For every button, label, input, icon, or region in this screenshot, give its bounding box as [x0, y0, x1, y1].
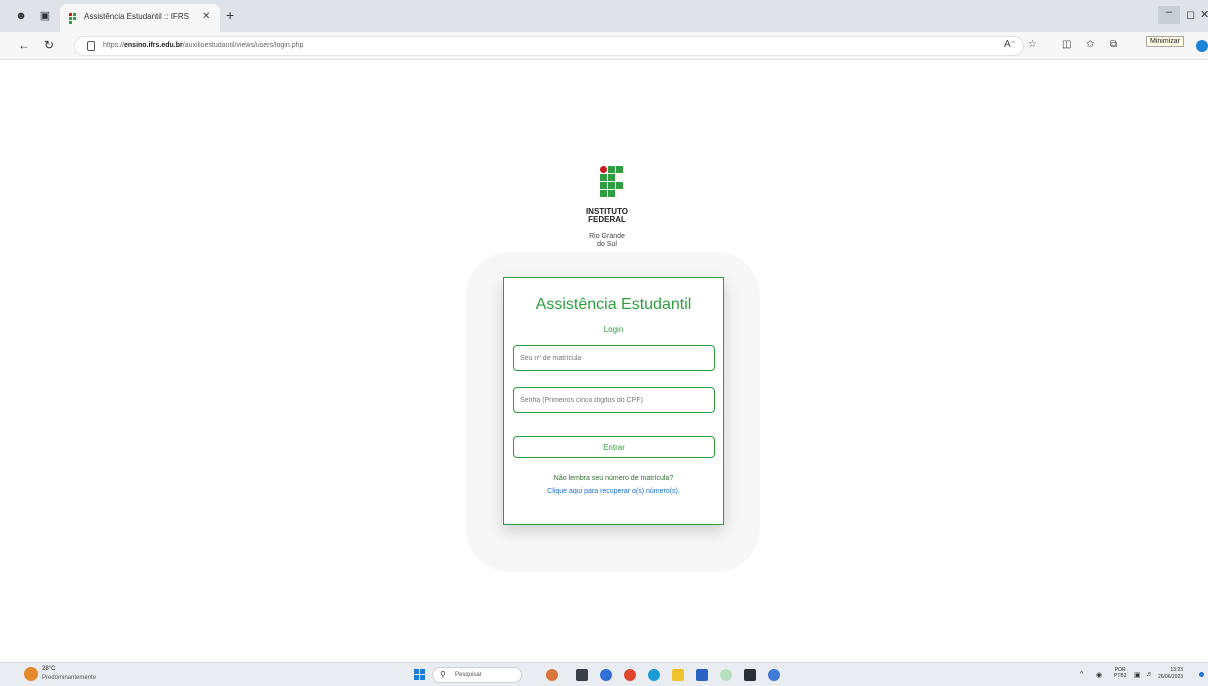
profile-icon[interactable]: ☻ [14, 9, 28, 23]
favorite-star-icon[interactable]: ☆ [1028, 39, 1037, 50]
read-aloud-icon[interactable]: A⁻ [1004, 39, 1016, 50]
login-button[interactable]: Entrar [513, 436, 715, 458]
widgets-icon[interactable] [546, 669, 558, 681]
ifrs-logo: INSTITUTO FEDERAL Rio Grande do Sul [582, 166, 632, 262]
firefox-icon[interactable] [624, 669, 636, 681]
taskbar-search[interactable]: ⚲ Pesquisar [432, 667, 522, 683]
split-screen-icon[interactable]: ◫ [1062, 39, 1071, 50]
clock[interactable]: 13:23 26/06/2023 [1158, 667, 1183, 681]
ifrs-favicon-icon [69, 13, 78, 24]
windows-start-icon[interactable] [414, 669, 426, 681]
weather-temp: 28°C [42, 666, 56, 672]
terminal-icon[interactable] [744, 669, 756, 681]
task-view-icon[interactable] [576, 669, 588, 681]
new-tab-icon[interactable]: + [226, 7, 234, 23]
edge-taskbar-icon[interactable] [648, 669, 660, 681]
taskbar-search-placeholder: Pesquisar [455, 672, 482, 678]
tray-chevron-icon[interactable]: ^ [1080, 671, 1083, 678]
login-card: Assistência Estudantil Login Entrar Não … [503, 277, 724, 525]
logo-subtitle: Rio Grande do Sul [589, 233, 625, 248]
collections-icon[interactable]: ⧉ [1110, 39, 1117, 50]
network-icon[interactable]: ▣ [1134, 671, 1141, 679]
logo-wordmark: INSTITUTO FEDERAL [585, 207, 629, 224]
edge-copilot-icon[interactable] [1196, 40, 1208, 52]
tab-title: Assistência Estudantil :: IFRS [84, 12, 189, 21]
settings-gear-icon[interactable] [768, 669, 780, 681]
app-icon[interactable] [720, 669, 732, 681]
store-icon[interactable] [696, 669, 708, 681]
browser-tab-strip: ☻ ▣ Assistência Estudantil :: IFRS ✕ + –… [0, 0, 1208, 32]
forgot-matricula-text: Não lembra seu número de matrícula? [553, 475, 674, 482]
senha-input[interactable] [513, 387, 715, 413]
chrome-icon[interactable] [600, 669, 612, 681]
favorites-icon[interactable]: ✩ [1086, 39, 1094, 50]
tab-actions-icon[interactable]: ▣ [38, 9, 52, 23]
notification-icon[interactable] [1199, 672, 1204, 677]
minimize-icon[interactable]: – [1158, 6, 1180, 24]
browser-tab-active[interactable]: Assistência Estudantil :: IFRS ✕ [60, 4, 220, 32]
address-bar[interactable]: https://ensino.ifrs.edu.br/auxilioestuda… [74, 36, 1024, 56]
maximize-icon[interactable]: ◻ [1186, 8, 1195, 21]
close-window-icon[interactable]: ✕ [1200, 8, 1208, 21]
input-language[interactable]: POR PTB2 [1114, 667, 1127, 679]
windows-taskbar: 28°C Predominantemente ⚲ Pesquisar ^ ◉ P… [0, 662, 1208, 686]
tray-app-icon[interactable]: ◉ [1096, 671, 1102, 679]
matricula-input[interactable] [513, 345, 715, 371]
volume-icon[interactable]: ♬ [1146, 671, 1153, 678]
url-text: https://ensino.ifrs.edu.br/auxilioestuda… [103, 42, 304, 49]
file-explorer-icon[interactable] [672, 669, 684, 681]
login-subtitle: Login [603, 325, 624, 334]
tab-close-icon[interactable]: ✕ [202, 11, 210, 22]
weather-icon[interactable] [24, 667, 38, 681]
recover-matricula-link[interactable]: Clique aqui para recuperar o(s) número(s… [504, 488, 723, 495]
lock-icon [87, 41, 95, 51]
browser-toolbar: ← ↻ https://ensino.ifrs.edu.br/auxilioes… [0, 32, 1208, 60]
search-icon: ⚲ [440, 670, 446, 679]
page-title: Assistência Estudantil [535, 296, 692, 313]
reload-icon[interactable]: ↻ [44, 38, 54, 52]
back-icon[interactable]: ← [18, 38, 30, 52]
minimize-tooltip: Minimizar [1146, 36, 1184, 47]
weather-desc: Predominantemente [42, 675, 97, 681]
